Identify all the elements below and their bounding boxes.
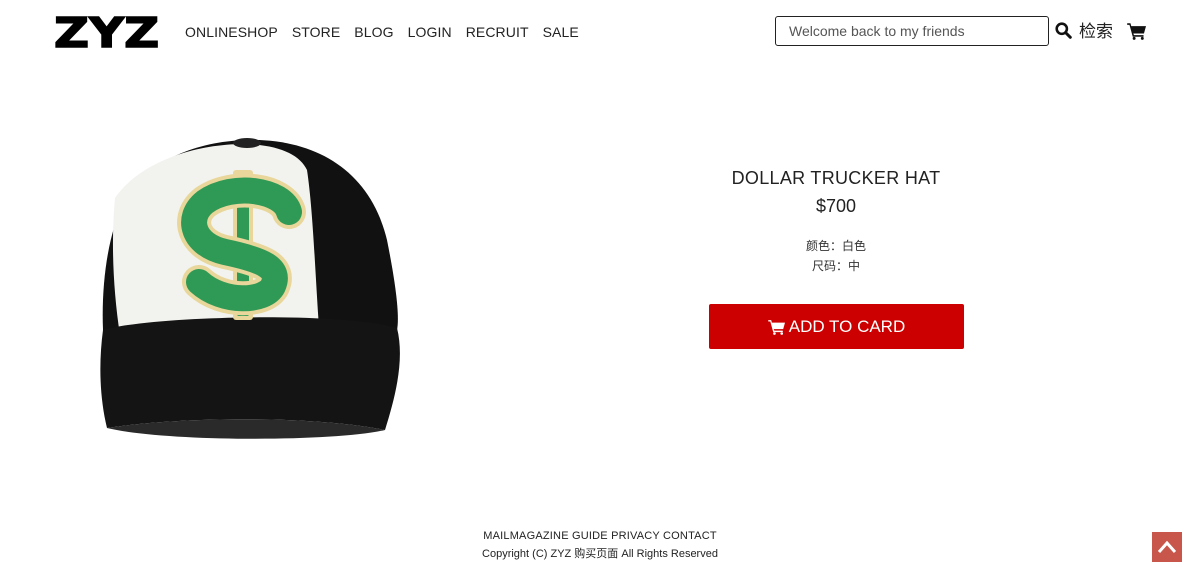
site-footer: MAILMAGAZINE GUIDE PRIVACY CONTACT Copyr… <box>0 528 1200 562</box>
product-color: 颜色：白色 <box>805 239 866 253</box>
add-to-cart-label: ADD TO CARD <box>788 316 906 336</box>
cart-icon[interactable] <box>1127 22 1147 40</box>
nav-sale[interactable]: SALE <box>543 22 579 42</box>
search-button[interactable]: 检索 <box>1079 21 1113 43</box>
main-nav: ONLINESHOP STORE BLOG LOGIN RECRUIT SALE <box>185 22 593 42</box>
site-header: ZYZ ONLINESHOP STORE BLOG LOGIN RECRUIT … <box>0 0 1200 64</box>
product-title: DOLLAR TRUCKER HAT <box>731 168 941 188</box>
site-logo[interactable]: ZYZ <box>53 12 160 54</box>
product-size: 尺码：中 <box>811 259 860 273</box>
back-to-top-icon <box>1157 540 1177 553</box>
search-input[interactable] <box>775 16 1049 46</box>
nav-onlineshop[interactable]: ONLINESHOP <box>185 22 278 42</box>
product-price: $700 <box>815 196 857 216</box>
search-icon[interactable] <box>1055 22 1072 39</box>
copyright: Copyright (C) ZYZ 购买页面 All Rights Reserv… <box>482 548 718 560</box>
product-attributes: 颜色：白色 尺码：中 <box>636 236 1036 276</box>
footer-links[interactable]: MAILMAGAZINE GUIDE PRIVACY CONTACT <box>0 528 1200 544</box>
nav-store[interactable]: STORE <box>292 22 340 42</box>
nav-blog[interactable]: BLOG <box>354 22 393 42</box>
product-image <box>100 138 400 439</box>
add-to-cart-button[interactable]: ADD TO CARD <box>709 304 964 349</box>
nav-recruit[interactable]: RECRUIT <box>466 22 529 42</box>
cart-icon <box>768 319 785 335</box>
back-to-top-button[interactable] <box>1152 532 1182 562</box>
product-info: DOLLAR TRUCKER HAT $700 颜色：白色 尺码：中 <box>636 166 1036 276</box>
nav-login[interactable]: LOGIN <box>408 22 452 42</box>
